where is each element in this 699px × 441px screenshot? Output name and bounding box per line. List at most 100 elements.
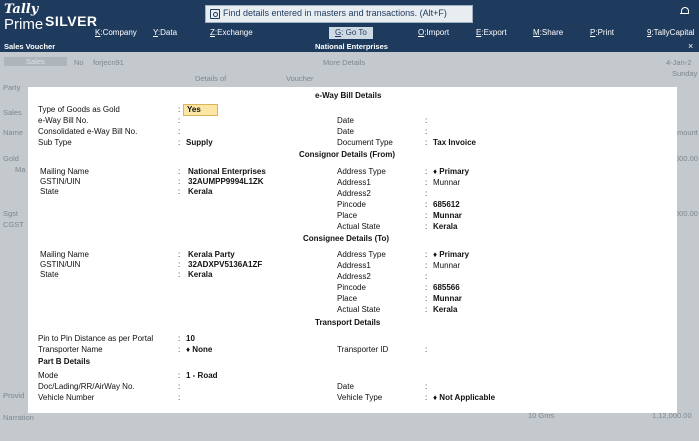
eway-bill-date-label: Date	[337, 116, 354, 125]
consignee-place-field[interactable]: Munnar	[433, 294, 462, 304]
colon: :	[425, 127, 428, 136]
consignor-heading: Consignor Details (From)	[299, 150, 396, 159]
transporter-id-label: Transporter ID	[337, 345, 389, 354]
close-icon[interactable]: ×	[688, 41, 693, 51]
item2-name: Sgst	[3, 209, 19, 218]
colon: :	[178, 167, 181, 176]
consignor-gstin-field[interactable]: 32AUMPP9994L1ZK	[188, 177, 264, 187]
search-box[interactable]: Find details entered in masters and tran…	[205, 5, 473, 23]
item1-amount: 000.00	[675, 154, 698, 163]
colon: :	[425, 294, 428, 303]
menu-company[interactable]: K:Company	[95, 28, 137, 37]
distance-label: Pin to Pin Distance as per Portal	[38, 334, 154, 343]
document-type-field[interactable]: Tax Invoice	[433, 138, 476, 148]
menu-share[interactable]: M:Share	[533, 28, 563, 37]
colon: :	[425, 200, 428, 209]
part-b-heading: Part B Details	[38, 357, 91, 366]
transporter-name-label: Transporter Name	[38, 345, 103, 354]
consignor-address-type-label: Address Type	[337, 167, 386, 176]
narration-label: Narration	[3, 413, 34, 422]
menu-export[interactable]: E:Export	[476, 28, 507, 37]
colon: :	[178, 382, 181, 391]
vehicle-number-label: Vehicle Number	[38, 393, 95, 402]
voucher-type-title: Sales Voucher	[4, 42, 56, 51]
company-name: National Enterprises	[315, 42, 388, 51]
consignor-place-label: Place	[337, 211, 358, 220]
menu-import[interactable]: O:Import	[418, 28, 449, 37]
voucher-type-tag: Sales	[4, 57, 67, 66]
eway-bill-dialog: e-Way Bill Details Type of Goods as Gold…	[28, 87, 677, 413]
sales-label: Sales	[3, 108, 22, 117]
more-details-label: More Details	[323, 58, 366, 67]
consolidated-eway-label: Consolidated e-Way Bill No.	[38, 127, 138, 136]
menu-print[interactable]: P:Print	[590, 28, 614, 37]
colon: :	[178, 105, 181, 114]
consignor-pincode-label: Pincode	[337, 200, 366, 209]
logo-prime-text: Prime	[4, 16, 44, 33]
title-bar: Tally Prime SILVER Find details entered …	[0, 0, 699, 41]
voucher-date: 4-Jan-2	[666, 58, 692, 67]
search-placeholder: Find details entered in masters and tran…	[223, 8, 447, 18]
doc-date-label: Date	[337, 382, 354, 391]
notification-bell-icon[interactable]	[680, 7, 689, 16]
colon: :	[425, 393, 428, 402]
colon: :	[425, 211, 428, 220]
transport-heading: Transport Details	[315, 318, 381, 327]
consignor-pincode-field[interactable]: 685612	[433, 200, 460, 210]
colon: :	[178, 345, 181, 354]
consignor-actual-state-field[interactable]: Kerala	[433, 222, 457, 232]
menu-data[interactable]: Y:Data	[153, 28, 177, 37]
consignee-gstin-field[interactable]: 32ADXPV5136A1ZF	[188, 260, 262, 270]
consignee-address-type-field[interactable]: ♦ Primary	[433, 250, 469, 260]
consignor-place-field[interactable]: Munnar	[433, 211, 462, 221]
consignee-place-label: Place	[337, 294, 358, 303]
consignee-mailing-name-field[interactable]: Kerala Party	[188, 250, 235, 260]
menu-tallycapital[interactable]: 9:TallyCapital	[647, 28, 695, 37]
consignor-state-field[interactable]: Kerala	[188, 187, 212, 197]
transporter-name-field[interactable]: ♦ None	[186, 345, 212, 355]
provided-label: Provid	[3, 391, 25, 400]
colon: :	[178, 260, 181, 269]
consignee-state-field[interactable]: Kerala	[188, 270, 212, 280]
edition-label: SILVER	[45, 13, 98, 29]
consignee-actual-state-field[interactable]: Kerala	[433, 305, 457, 315]
consignee-address1-field[interactable]: Munnar	[433, 261, 460, 271]
tally-logo: Tally Prime SILVER	[4, 3, 97, 33]
mode-field[interactable]: 1 - Road	[186, 371, 218, 381]
voucher-no-value: forjecn91	[93, 58, 124, 67]
consignee-pincode-label: Pincode	[337, 283, 366, 292]
item1-name: Gold	[3, 154, 19, 163]
consignee-heading: Consignee Details (To)	[303, 234, 390, 243]
consignor-address1-field[interactable]: Munnar	[433, 178, 460, 188]
colon: :	[178, 138, 181, 147]
consignor-address2-label: Address2	[337, 189, 371, 198]
consignee-pincode-field[interactable]: 685566	[433, 283, 460, 293]
colon: :	[178, 127, 181, 136]
colon: :	[425, 116, 428, 125]
consignee-state-label: State	[40, 270, 59, 279]
menu-goto[interactable]: G: Go To	[329, 27, 373, 39]
voucher-no-label: No	[74, 58, 84, 67]
menu-exchange[interactable]: Z:Exchange	[210, 28, 253, 37]
consignor-address-type-field[interactable]: ♦ Primary	[433, 167, 469, 177]
consignor-mailing-name-field[interactable]: National Enterprises	[188, 167, 266, 177]
colon: :	[425, 345, 428, 354]
consignee-address1-label: Address1	[337, 261, 371, 270]
consolidated-date-label: Date	[337, 127, 354, 136]
sub-type-label: Sub Type	[38, 138, 72, 147]
vehicle-type-field[interactable]: ♦ Not Applicable	[433, 393, 495, 403]
colon: :	[425, 167, 428, 176]
sub-type-field[interactable]: Supply	[186, 138, 213, 148]
colon: :	[425, 250, 428, 259]
colon: :	[178, 371, 181, 380]
colon: :	[425, 283, 428, 292]
col-details-of: Details of	[195, 74, 227, 83]
dialog-title: e-Way Bill Details	[315, 91, 382, 100]
consignee-address2-label: Address2	[337, 272, 371, 281]
doc-no-label: Doc/Lading/RR/AirWay No.	[38, 382, 135, 391]
vehicle-type-label: Vehicle Type	[337, 393, 383, 402]
distance-field[interactable]: 10	[186, 334, 195, 344]
col-voucher: Voucher	[286, 74, 314, 83]
type-of-goods-field[interactable]: Yes	[183, 104, 218, 116]
item2-amount: 000.00	[675, 209, 698, 218]
